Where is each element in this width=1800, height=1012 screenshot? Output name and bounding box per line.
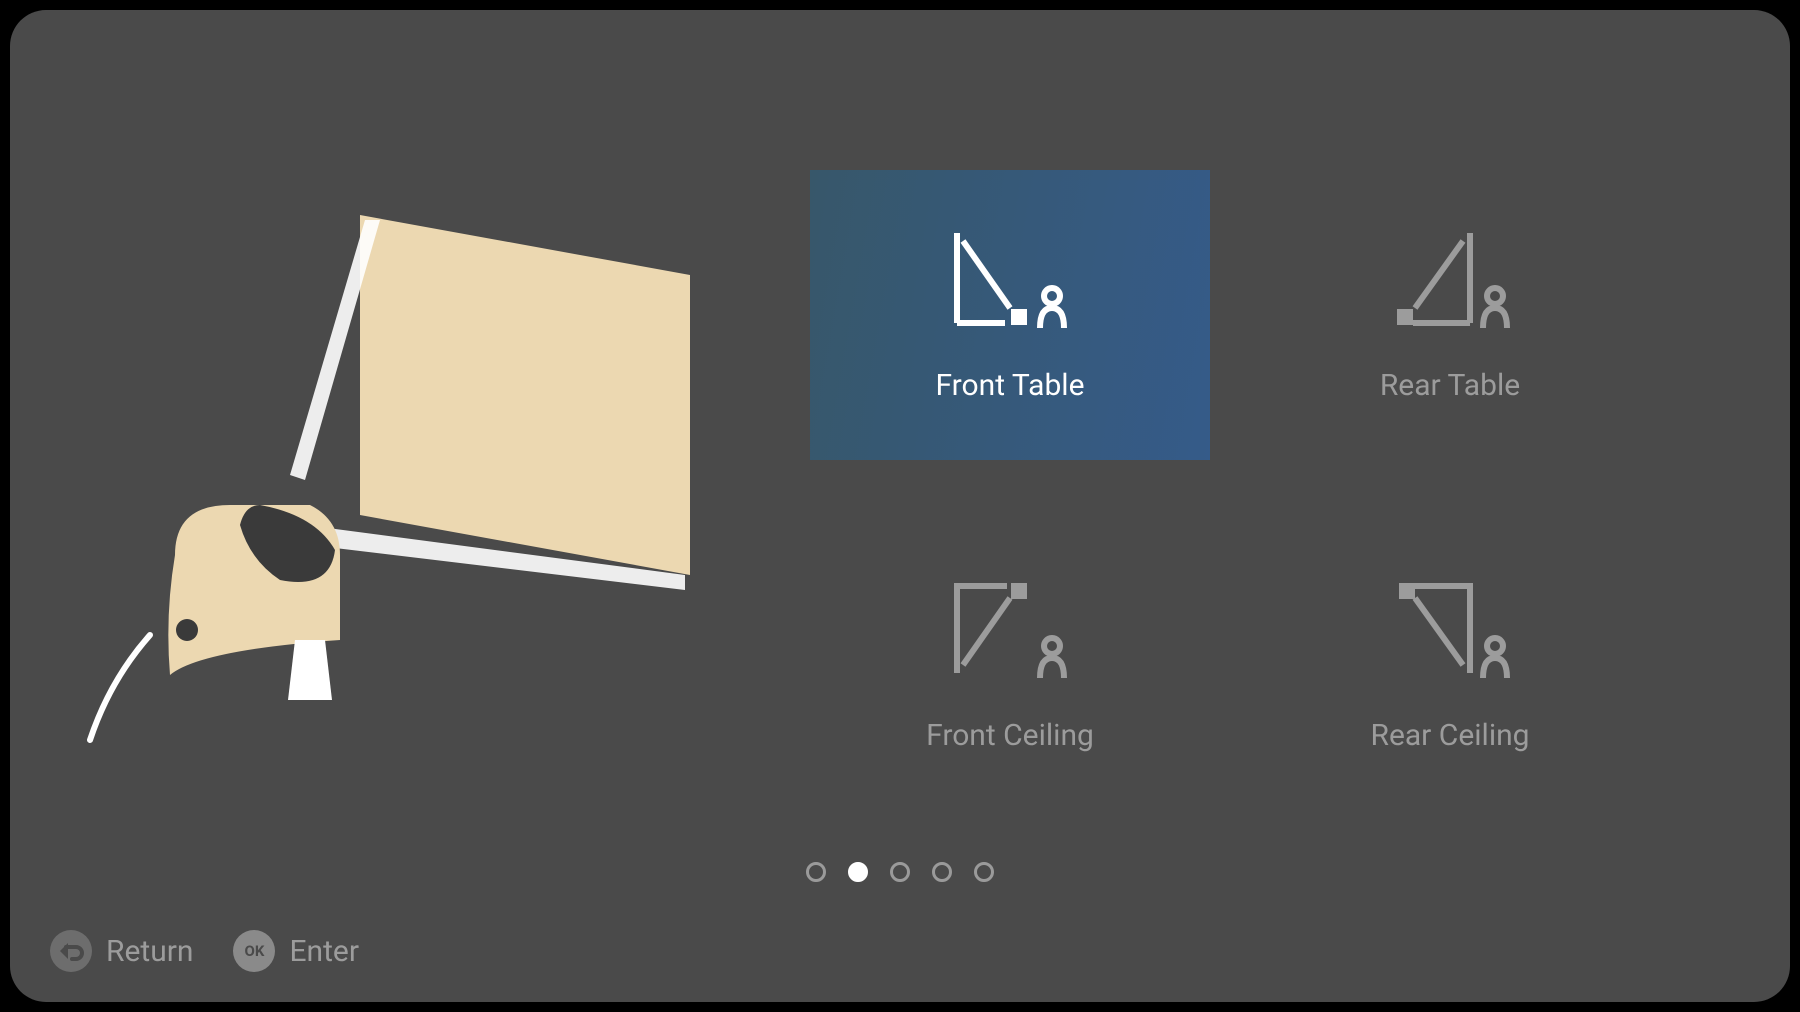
option-front-table[interactable]: Front Table (810, 170, 1210, 460)
page-dot-1 (806, 862, 826, 882)
projector-position-options: Front Table Rear Table (810, 170, 1680, 810)
option-label: Rear Ceiling (1370, 718, 1529, 753)
front-ceiling-icon (945, 578, 1075, 678)
footer-hints: Return OK Enter (50, 930, 359, 972)
hint-enter-label: Enter (289, 934, 359, 969)
option-rear-table[interactable]: Rear Table (1250, 170, 1650, 460)
front-table-icon (945, 228, 1075, 328)
page-dot-5 (974, 862, 994, 882)
option-front-ceiling[interactable]: Front Ceiling (810, 520, 1210, 810)
projection-illustration (80, 160, 780, 810)
option-rear-ceiling[interactable]: Rear Ceiling (1250, 520, 1650, 810)
option-label: Front Ceiling (926, 718, 1094, 753)
setup-screen: Front Table Rear Table (10, 10, 1790, 1002)
option-label: Front Table (935, 368, 1084, 403)
pagination-dots (806, 862, 994, 882)
hint-return: Return (50, 930, 193, 972)
page-dot-4 (932, 862, 952, 882)
page-dot-2 (848, 862, 868, 882)
ok-icon: OK (233, 930, 275, 972)
return-icon (50, 930, 92, 972)
option-label: Rear Table (1380, 368, 1520, 403)
page-dot-3 (890, 862, 910, 882)
hint-return-label: Return (106, 934, 193, 969)
hint-enter: OK Enter (233, 930, 359, 972)
rear-table-icon (1385, 228, 1515, 328)
rear-ceiling-icon (1385, 578, 1515, 678)
